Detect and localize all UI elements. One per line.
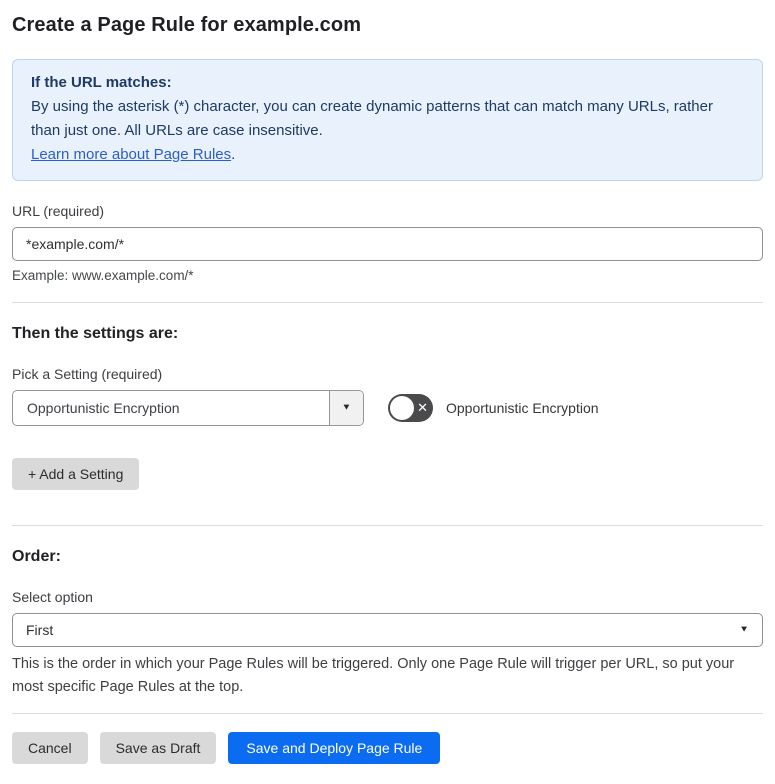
order-section-heading: Order: bbox=[12, 548, 61, 565]
link-suffix: . bbox=[231, 146, 236, 163]
learn-more-link[interactable]: Learn more about Page Rules bbox=[31, 146, 231, 163]
save-deploy-button[interactable]: Save and Deploy Page Rule bbox=[228, 732, 441, 764]
settings-section-heading: Then the settings are: bbox=[12, 325, 179, 342]
info-link-line: Learn more about Page Rules. bbox=[31, 143, 744, 167]
url-match-info-box: If the URL matches: By using the asteris… bbox=[12, 59, 763, 181]
url-example-helper: Example: www.example.com/* bbox=[12, 268, 194, 283]
add-setting-button[interactable]: + Add a Setting bbox=[12, 458, 140, 490]
setting-row: Opportunistic Encryption ▼ ✕ Opportunist… bbox=[12, 390, 763, 426]
create-page-rule-panel: Create a Page Rule for example.com If th… bbox=[0, 0, 775, 784]
setting-dropdown-value: Opportunistic Encryption bbox=[27, 400, 180, 416]
setting-dropdown[interactable]: Opportunistic Encryption ▼ bbox=[12, 390, 364, 426]
order-helper-text: This is the order in which your Page Rul… bbox=[12, 656, 735, 695]
order-select[interactable]: First ▼ bbox=[12, 613, 763, 647]
cancel-button[interactable]: Cancel bbox=[12, 732, 88, 764]
page-title: Create a Page Rule for example.com bbox=[12, 14, 362, 36]
setting-dropdown-arrow-button[interactable]: ▼ bbox=[329, 391, 363, 425]
toggle-knob bbox=[390, 396, 414, 420]
order-select-value: First bbox=[26, 622, 54, 638]
x-icon: ✕ bbox=[417, 400, 428, 416]
info-box-heading: If the URL matches: bbox=[31, 74, 172, 91]
chevron-down-icon: ▼ bbox=[341, 402, 352, 413]
toggle-label: Opportunistic Encryption bbox=[446, 400, 599, 416]
divider-url-settings bbox=[12, 302, 763, 303]
opportunistic-encryption-toggle[interactable]: ✕ bbox=[388, 394, 433, 422]
pick-setting-label: Pick a Setting (required) bbox=[12, 366, 163, 382]
url-input[interactable] bbox=[12, 227, 763, 261]
info-box-body: By using the asterisk (*) character, you… bbox=[31, 98, 713, 139]
divider-footer bbox=[12, 713, 763, 714]
save-draft-button[interactable]: Save as Draft bbox=[99, 732, 217, 764]
select-option-label: Select option bbox=[12, 589, 93, 605]
chevron-down-icon: ▼ bbox=[739, 624, 749, 635]
footer-actions: Cancel Save as Draft Save and Deploy Pag… bbox=[12, 732, 763, 764]
url-field-label: URL (required) bbox=[12, 203, 105, 219]
divider-settings-order bbox=[12, 525, 763, 526]
